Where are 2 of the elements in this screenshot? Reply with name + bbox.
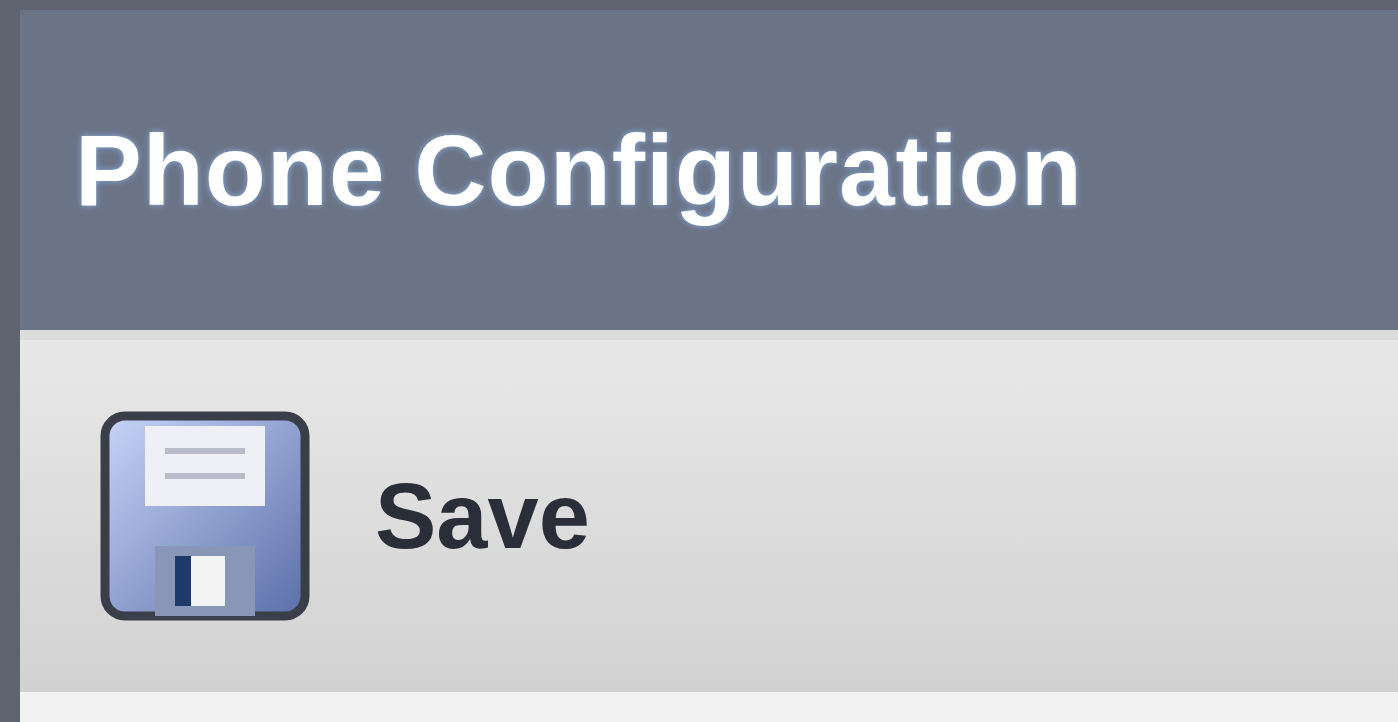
window-title: Phone Configuration — [75, 112, 1083, 228]
save-button[interactable]: Save — [85, 396, 600, 636]
